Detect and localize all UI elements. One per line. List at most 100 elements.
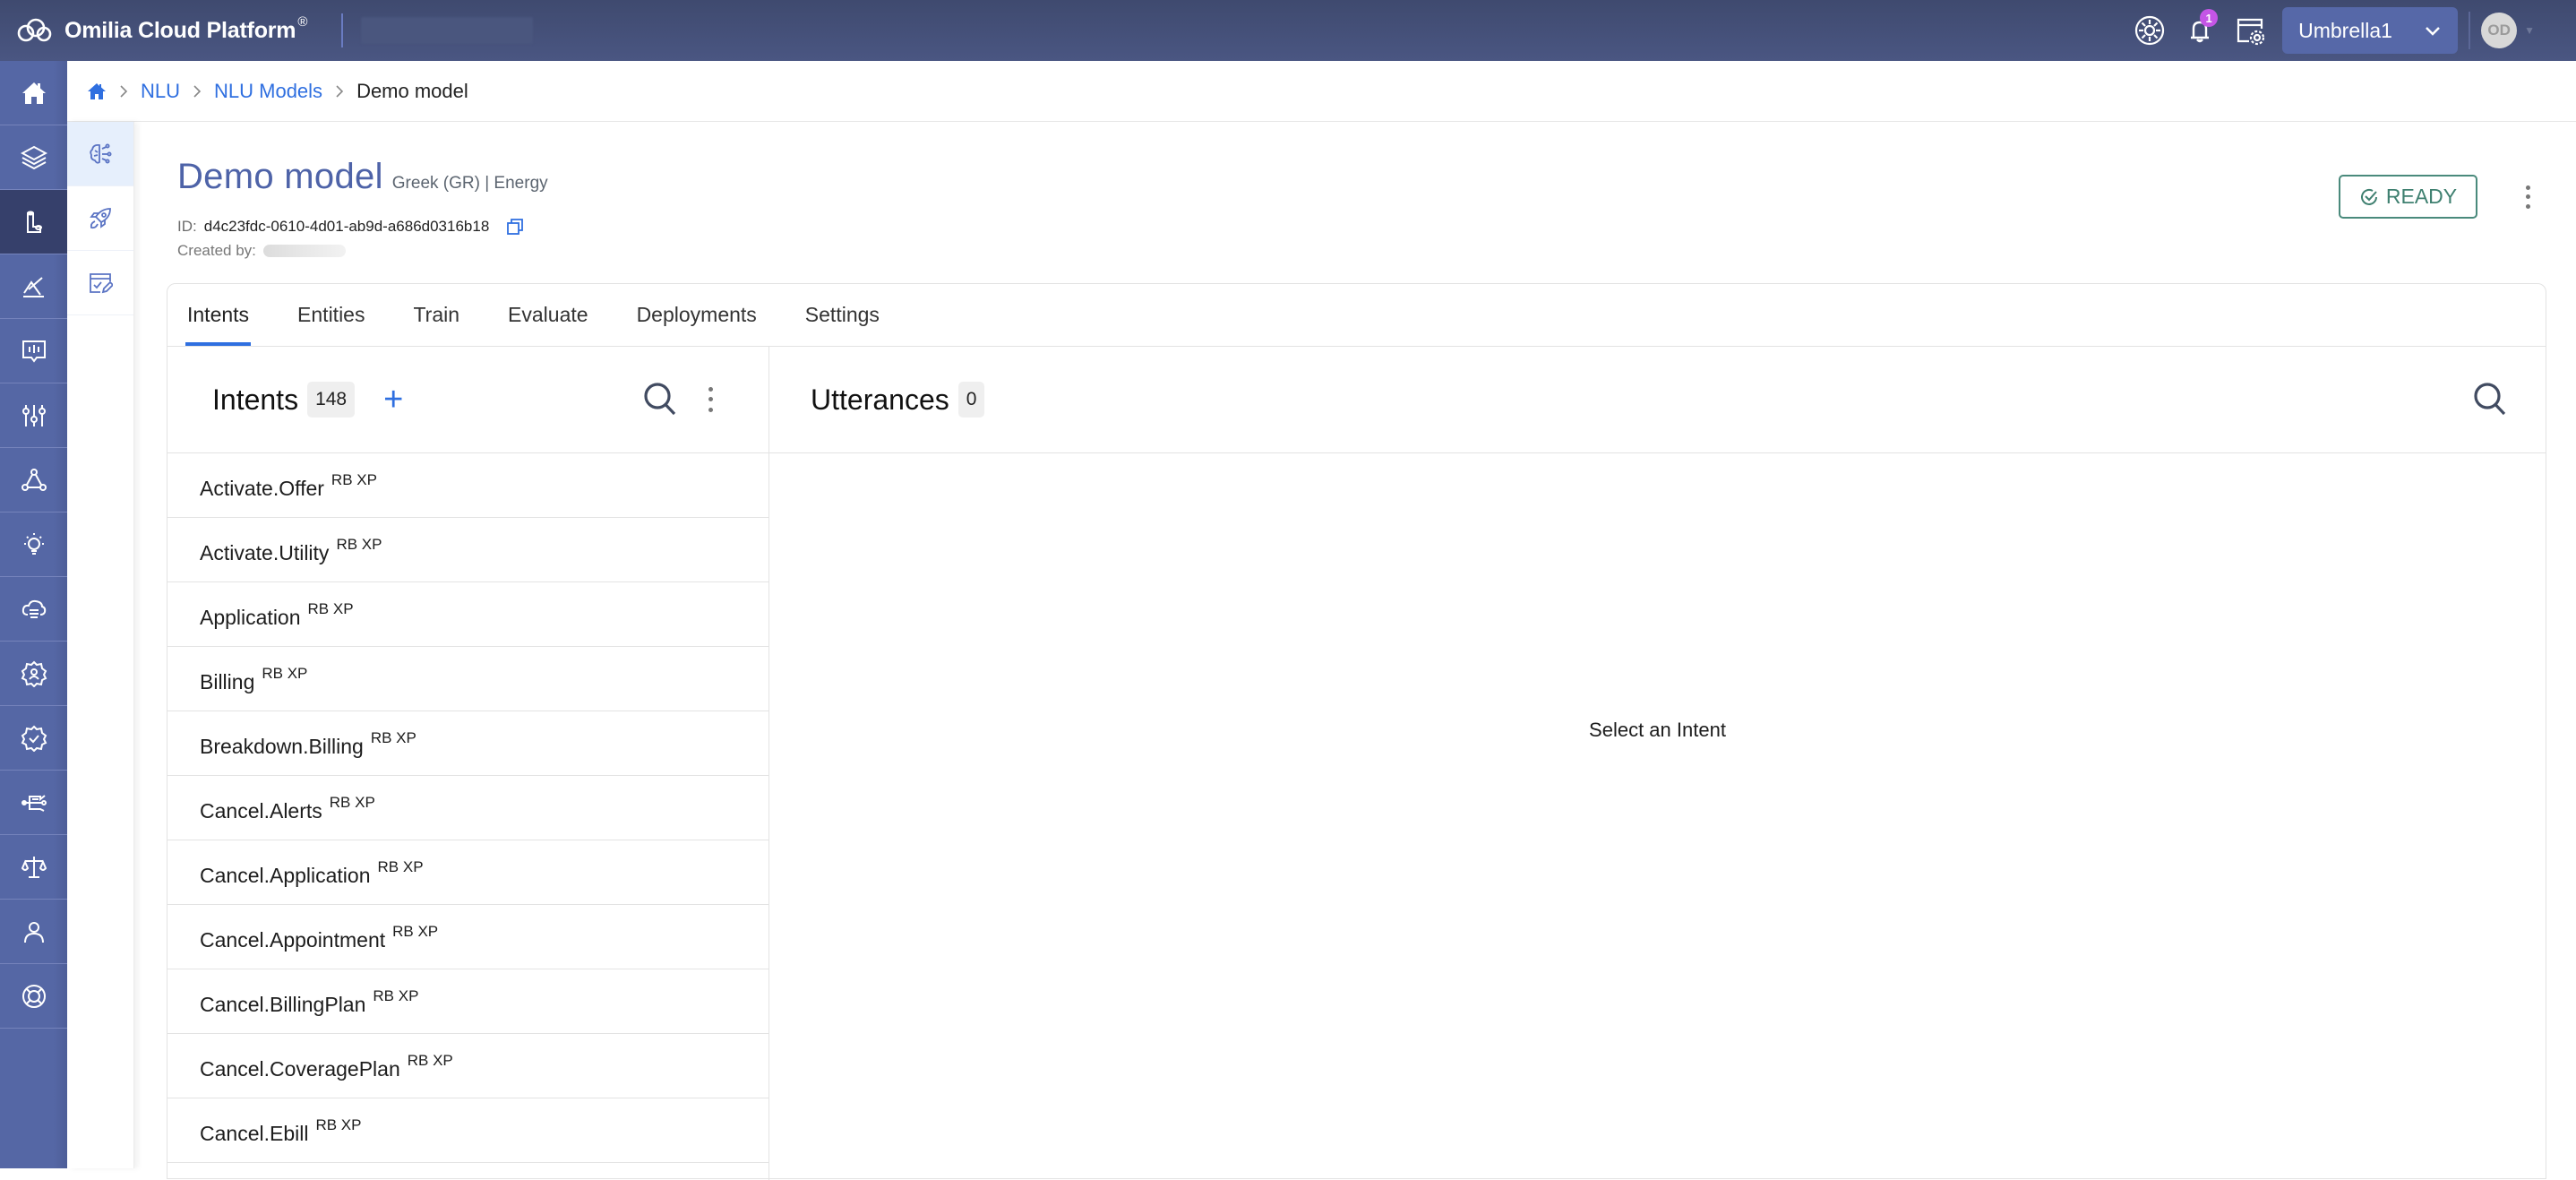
intents-panel: Intents 148 + Activate.Offer RB XP Activa… [167, 347, 769, 1180]
intent-list-item[interactable]: Cancel.Ebill RB XP [167, 1098, 769, 1163]
cloud-logo-icon [17, 18, 52, 42]
user-avatar[interactable]: OD [2481, 13, 2518, 48]
sidebar-item-user-settings[interactable] [0, 642, 67, 706]
scales-icon [21, 856, 47, 878]
tab-settings[interactable]: Settings [805, 284, 880, 346]
caret-down-icon[interactable]: ▼ [2524, 24, 2535, 37]
user-settings-icon [21, 660, 47, 687]
panels: Intents 148 + Activate.Offer RB XP Activa… [167, 347, 2546, 1180]
notifications-button[interactable]: 1 [2180, 9, 2220, 50]
check-circle-icon [2360, 188, 2377, 205]
workspace-selector[interactable]: Umbrella1 [2282, 7, 2459, 54]
breadcrumb-nlu[interactable]: NLU [141, 80, 180, 103]
model-title-row: Demo model Greek (GR) | Energy [177, 157, 548, 197]
intent-tag: RB XP [315, 1115, 362, 1133]
intent-name: Application [200, 606, 301, 629]
logo[interactable]: Omilia Cloud Platform ® [14, 14, 307, 44]
intent-list-item[interactable]: Breakdown.Billing RB XP [167, 711, 769, 776]
model-id-value: d4c23fdc-0610-4d01-ab9d-a686d0316b18 [203, 218, 490, 235]
kebab-dot [2525, 204, 2530, 210]
sidebar-item-verification[interactable] [0, 706, 67, 771]
intent-list-item[interactable]: Cancel.Appointment RB XP [167, 905, 769, 969]
app-settings-button[interactable] [2230, 11, 2270, 50]
sidebar-item-users[interactable] [0, 900, 67, 964]
sidebar-item-integrations[interactable] [0, 771, 67, 835]
intent-list-item[interactable]: Activate.Utility RB XP [167, 518, 769, 582]
breadcrumb-current: Demo model [356, 79, 468, 102]
model-card: Intents Entities Train Evaluate Deployme… [167, 283, 2546, 1180]
sidebar-item-compliance[interactable] [0, 835, 67, 900]
utterances-panel-header: Utterances 0 [769, 347, 2546, 453]
app-settings-icon [2237, 18, 2265, 46]
sidebar-item-home[interactable] [0, 61, 67, 125]
cloud-storage-icon [21, 599, 46, 618]
sub-sidebar-item-deploy[interactable] [67, 186, 133, 251]
intent-name: Cancel.CoveragePlan [200, 1057, 400, 1081]
page-title: Demo model [177, 157, 383, 196]
tab-train[interactable]: Train [413, 284, 459, 346]
sidebar-item-analytics[interactable] [0, 254, 67, 319]
copy-id-button[interactable] [505, 217, 525, 237]
app-name-text: Omilia Cloud Platform [64, 17, 296, 43]
sub-sidebar-item-review[interactable] [67, 251, 133, 315]
status-text: READY [2385, 185, 2458, 208]
intent-name: Cancel.Application [200, 864, 371, 887]
intent-list-item[interactable]: Activate.Offer RB XP [167, 453, 769, 518]
tab-evaluate[interactable]: Evaluate [508, 284, 588, 346]
help-wheel-icon [2135, 15, 2165, 46]
add-intent-button[interactable]: + [383, 383, 403, 417]
sidebar-item-insights[interactable] [0, 319, 67, 383]
intent-list-item[interactable]: Cancel.Application RB XP [167, 840, 769, 905]
intent-list-item[interactable]: Cancel.Alerts RB XP [167, 776, 769, 840]
home-icon [21, 82, 46, 104]
topbar-divider [341, 13, 344, 47]
intent-tag: RB XP [407, 1051, 453, 1069]
verified-badge-icon [21, 725, 47, 752]
workspace-name: Umbrella1 [2298, 18, 2392, 42]
main-sidebar [0, 61, 67, 1168]
sidebar-item-network[interactable] [0, 448, 67, 512]
help-button[interactable] [2130, 11, 2169, 50]
intent-tag: RB XP [336, 535, 382, 553]
sidebar-item-support[interactable] [0, 964, 67, 1029]
sidebar-item-projects[interactable] [0, 125, 67, 190]
model-id-row: ID: d4c23fdc-0610-4d01-ab9d-a686d0316b18 [177, 217, 548, 237]
intent-name: Activate.Offer [200, 477, 324, 500]
model-more-options-button[interactable] [2517, 183, 2538, 211]
tab-deployments[interactable]: Deployments [637, 284, 757, 346]
status-badge[interactable]: READY [2339, 175, 2477, 219]
search-intents-button[interactable] [642, 381, 678, 418]
breadcrumb-home[interactable] [87, 82, 107, 101]
intents-more-options-button[interactable] [701, 384, 719, 415]
intent-list-item[interactable]: Billing RB XP [167, 647, 769, 711]
tab-entities[interactable]: Entities [297, 284, 365, 346]
copy-icon [507, 219, 524, 235]
model-header: Demo model Greek (GR) | Energy ID: d4c23… [177, 157, 548, 260]
intent-tag: RB XP [377, 857, 424, 875]
intents-title: Intents [212, 383, 299, 416]
search-utterances-button[interactable] [2472, 381, 2508, 418]
intent-list-item[interactable]: Cancel.BillingPlan RB XP [167, 969, 769, 1034]
tab-bar: Intents Entities Train Evaluate Deployme… [167, 284, 2546, 347]
sidebar-item-cloud[interactable] [0, 577, 67, 642]
kebab-dot [708, 397, 713, 402]
intent-list-item[interactable]: Cancel.CoveragePlan RB XP [167, 1034, 769, 1098]
sub-sidebar-item-model[interactable] [67, 122, 133, 186]
search-icon [2474, 383, 2506, 416]
sidebar-item-configuration[interactable] [0, 383, 67, 448]
intent-tag: RB XP [262, 664, 308, 682]
redacted-area [361, 17, 534, 44]
layers-icon [20, 145, 47, 169]
intent-list: Activate.Offer RB XP Activate.Utility RB X… [167, 453, 769, 1163]
intent-name: Activate.Utility [200, 541, 330, 564]
intent-name: Cancel.Ebill [200, 1122, 309, 1145]
intent-name: Cancel.BillingPlan [200, 993, 366, 1016]
created-by-row: Created by: [177, 242, 548, 260]
sidebar-item-nlu[interactable] [0, 190, 67, 254]
sidebar-item-ideas[interactable] [0, 512, 67, 577]
topbar-separator [2469, 12, 2471, 49]
intent-tag: RB XP [329, 793, 375, 811]
breadcrumb-nlu-models[interactable]: NLU Models [214, 80, 322, 103]
intent-list-item[interactable]: Application RB XP [167, 582, 769, 647]
tab-intents[interactable]: Intents [185, 284, 252, 346]
